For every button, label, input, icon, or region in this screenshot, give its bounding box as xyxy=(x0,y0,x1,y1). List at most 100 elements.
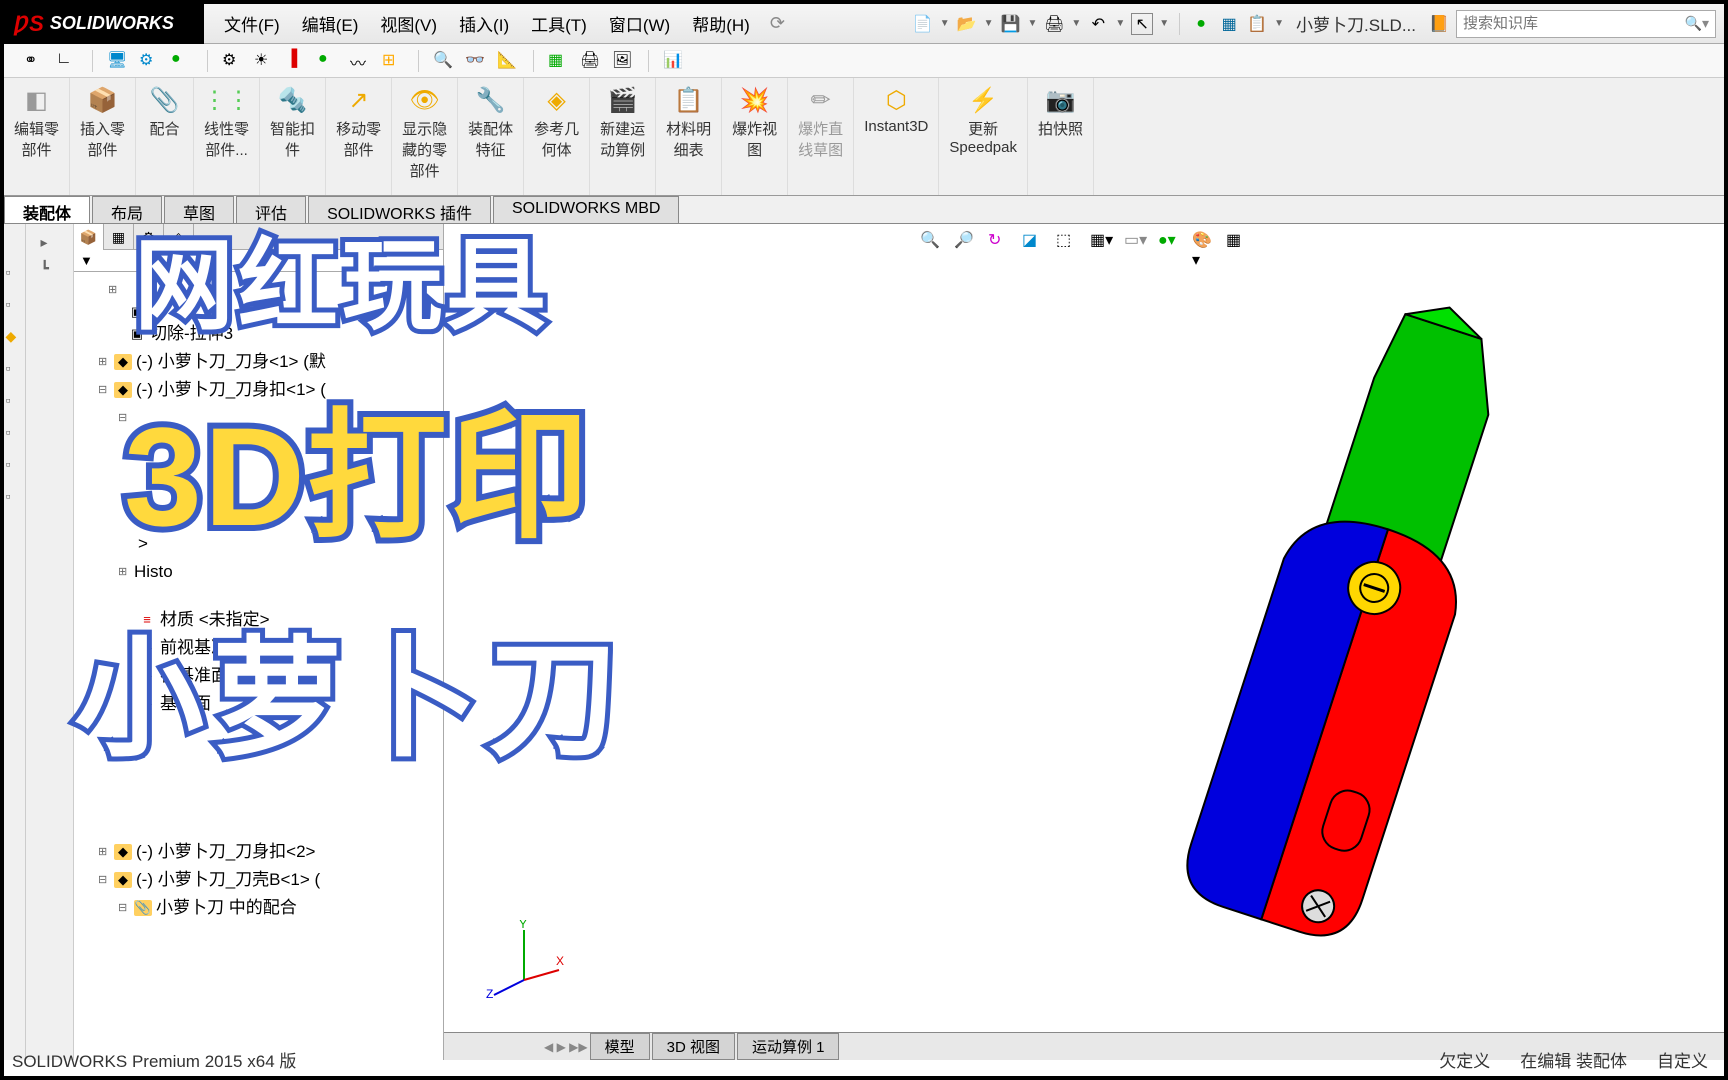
rebuild-icon[interactable]: ● xyxy=(1190,13,1212,35)
snapshot-button[interactable]: 📷拍快照 xyxy=(1028,78,1094,195)
print2-icon[interactable]: 🖨 xyxy=(580,50,602,72)
glasses-icon[interactable]: 👓 xyxy=(465,50,487,72)
chevron-down-icon[interactable]: ▼ xyxy=(1159,18,1169,29)
instant3d-button[interactable]: ⬡Instant3D xyxy=(854,78,939,195)
refresh-icon[interactable]: ⟳ xyxy=(770,13,785,34)
gear-icon[interactable]: ⚙ xyxy=(139,50,161,72)
tool-icon[interactable]: ▫ xyxy=(6,360,24,378)
smart-fastener-button[interactable]: 🔩智能扣 件 xyxy=(260,78,326,195)
hide-show-icon[interactable]: ▭▾ xyxy=(1124,230,1146,252)
tool-icon[interactable]: ◆ xyxy=(6,328,24,346)
expand-icon[interactable]: ⊟ xyxy=(98,376,110,404)
tool-icon[interactable]: ▫ xyxy=(6,456,24,474)
flag-icon[interactable]: ▐ xyxy=(286,50,308,72)
tool-icon[interactable]: ▸ xyxy=(41,234,59,252)
tool-icon[interactable]: ┗ xyxy=(41,260,59,278)
chart-icon[interactable]: 📊 xyxy=(663,50,685,72)
exploded-sketch-button[interactable]: ✏爆炸直 线草图 xyxy=(788,78,854,195)
speedpak-button[interactable]: ⚡更新 Speedpak xyxy=(939,78,1028,195)
menu-file[interactable]: 文件(F) xyxy=(214,7,290,40)
undo-icon[interactable]: ↶ xyxy=(1087,13,1109,35)
zoom-fit-icon[interactable]: 🔍 xyxy=(920,230,942,252)
expand-icon[interactable]: ⊞ xyxy=(98,838,110,866)
render-icon[interactable]: ▦ xyxy=(1226,230,1248,252)
zoom-icon[interactable]: 🔍 xyxy=(433,50,455,72)
chevron-down-icon[interactable]: ▼ xyxy=(1028,18,1038,29)
excel-icon[interactable]: ▦ xyxy=(548,50,570,72)
tab-assembly[interactable]: 装配体 xyxy=(4,196,90,223)
insert-component-button[interactable]: 📦插入零 部件 xyxy=(70,78,136,195)
chevron-down-icon[interactable]: ▼ xyxy=(1274,18,1284,29)
left-toolbar2: ▸ ┗ xyxy=(26,224,74,1060)
exploded-view-button[interactable]: 💥爆炸视 图 xyxy=(722,78,788,195)
tree-tab[interactable]: ▦ xyxy=(104,224,134,250)
menu-edit[interactable]: 编辑(E) xyxy=(292,7,369,40)
mate-button[interactable]: 📎配合 xyxy=(136,78,194,195)
show-hide-button[interactable]: 👁显示隐 藏的零 部件 xyxy=(392,78,458,195)
search-input[interactable] xyxy=(1463,15,1685,32)
tree-item[interactable]: (-) 小萝卜刀_刀身扣<2> xyxy=(136,838,315,866)
book-icon[interactable]: 📙 xyxy=(1428,13,1450,35)
tool-icon[interactable]: ▫ xyxy=(6,264,24,282)
select-icon[interactable]: ↖ xyxy=(1131,13,1153,35)
rotate-icon[interactable]: ↻ xyxy=(988,230,1010,252)
tool-icon[interactable]: ▫ xyxy=(6,488,24,506)
filename[interactable]: 小萝卜刀.SLD... xyxy=(1296,11,1416,36)
options-icon[interactable]: ▦ xyxy=(1218,13,1240,35)
chevron-down-icon[interactable]: ▼ xyxy=(940,18,950,29)
angle-icon[interactable]: ∟ xyxy=(56,50,78,72)
search-icon[interactable]: 🔍▾ xyxy=(1685,15,1709,32)
link-icon[interactable]: ⚭ xyxy=(24,50,46,72)
menu-insert[interactable]: 插入(I) xyxy=(449,7,519,40)
tool-icon[interactable]: ▫ xyxy=(6,392,24,410)
settings-icon[interactable]: ⚙ xyxy=(222,50,244,72)
bom-button[interactable]: 📋材料明 细表 xyxy=(656,78,722,195)
chevron-down-icon[interactable]: ▼ xyxy=(1071,18,1081,29)
move-component-button[interactable]: ↗移动零 部件 xyxy=(326,78,392,195)
reference-geom-button[interactable]: ◈参考几 何体 xyxy=(524,78,590,195)
edit-component-button[interactable]: ◧编辑零 部件 xyxy=(4,78,70,195)
chevron-down-icon[interactable]: ▼ xyxy=(1115,18,1125,29)
appearance-icon[interactable]: ●▾ xyxy=(1158,230,1180,252)
tree-item[interactable]: (-) 小萝卜刀_刀壳B<1> ( xyxy=(136,866,320,894)
linear-pattern-button[interactable]: ⋮⋮线性零 部件... xyxy=(194,78,260,195)
circle-icon[interactable]: ● xyxy=(318,50,340,72)
search-box[interactable]: 🔍▾ xyxy=(1456,10,1716,38)
expand-icon[interactable]: ⊞ xyxy=(98,348,110,376)
motion-study-button[interactable]: 🎬新建运 动算例 xyxy=(590,78,656,195)
tree-item[interactable]: 小萝卜刀 中的配合 xyxy=(156,894,297,922)
menu-tools[interactable]: 工具(T) xyxy=(521,7,597,40)
coordinate-triad: X Y Z xyxy=(484,920,564,1000)
sphere-icon[interactable]: ● xyxy=(171,50,193,72)
doc-icon[interactable]: 📋 xyxy=(1246,13,1268,35)
tool-icon[interactable]: ▫ xyxy=(6,296,24,314)
open-icon[interactable]: 📂 xyxy=(956,13,978,35)
sun-icon[interactable]: ☀ xyxy=(254,50,276,72)
print-icon[interactable]: 🖨 xyxy=(1043,13,1065,35)
menu-view[interactable]: 视图(V) xyxy=(370,7,447,40)
chevron-down-icon[interactable]: ▼ xyxy=(984,18,994,29)
expand-icon[interactable]: ⊟ xyxy=(98,866,110,894)
image-icon[interactable]: 🖼 xyxy=(612,50,634,72)
zoom-area-icon[interactable]: 🔎 xyxy=(954,230,976,252)
grid-icon[interactable]: ⊞ xyxy=(382,50,404,72)
part-icon: ◆ xyxy=(114,844,132,860)
display-style-icon[interactable]: ▦▾ xyxy=(1090,230,1112,252)
viewport[interactable]: 🔍 🔎 ↻ ◪ ⬚ ▦▾ ▭▾ ●▾ 🎨▾ ▦ xyxy=(444,224,1724,1060)
measure-icon[interactable]: 📐 xyxy=(497,50,519,72)
section-icon[interactable]: ◪ xyxy=(1022,230,1044,252)
expand-icon[interactable]: ⊟ xyxy=(118,894,130,922)
tree-tab[interactable]: 📦 xyxy=(74,224,104,250)
new-icon[interactable]: 📄 xyxy=(912,13,934,35)
menu-window[interactable]: 窗口(W) xyxy=(599,7,680,40)
scene-icon[interactable]: 🎨▾ xyxy=(1192,230,1214,252)
display-icon[interactable]: 🖥 xyxy=(107,50,129,72)
wave-icon[interactable]: 〰 xyxy=(350,50,372,72)
view-orient-icon[interactable]: ⬚ xyxy=(1056,230,1078,252)
overlay-title-1: 网红玩具 xyxy=(134,204,550,349)
menu-help[interactable]: 帮助(H) xyxy=(682,7,760,40)
tool-icon[interactable]: ▫ xyxy=(6,424,24,442)
save-icon[interactable]: 💾 xyxy=(1000,13,1022,35)
expand-icon[interactable]: ⊞ xyxy=(108,276,120,304)
assembly-feature-button[interactable]: 🔧装配体 特征 xyxy=(458,78,524,195)
